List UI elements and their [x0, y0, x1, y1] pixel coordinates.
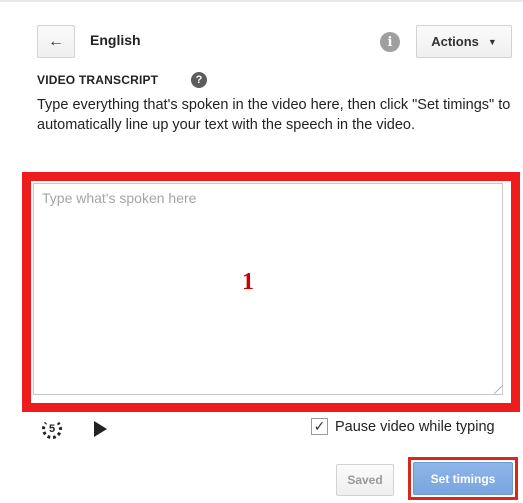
pause-while-typing-option[interactable]: ✓ Pause video while typing — [311, 418, 495, 435]
play-icon — [93, 421, 107, 437]
section-title: VIDEO TRANSCRIPT — [37, 73, 159, 87]
replay-seconds-label: 5 — [48, 423, 56, 435]
play-button[interactable] — [84, 413, 116, 445]
actions-label: Actions — [431, 34, 479, 49]
help-icon[interactable]: ? — [191, 72, 207, 88]
set-timings-button[interactable]: Set timings — [413, 462, 513, 495]
saved-button[interactable]: Saved — [336, 464, 394, 496]
top-divider — [0, 0, 523, 2]
pause-while-typing-checkbox[interactable]: ✓ — [311, 418, 328, 435]
language-label: English — [90, 32, 141, 48]
pause-while-typing-label: Pause video while typing — [335, 418, 495, 435]
info-icon[interactable]: i — [380, 32, 400, 52]
back-button[interactable]: ← — [37, 25, 75, 58]
arrow-left-icon: ← — [48, 32, 64, 50]
actions-dropdown-button[interactable]: Actions ▼ — [416, 25, 512, 58]
resize-handle-icon[interactable] — [494, 386, 502, 394]
annotation-callout-number: 1 — [242, 269, 254, 295]
checkmark-icon: ✓ — [313, 418, 326, 434]
instructions-text: Type everything that's spoken in the vid… — [37, 97, 511, 133]
chevron-down-icon: ▼ — [487, 36, 497, 47]
replay-5-seconds-button[interactable]: 5 — [36, 413, 68, 445]
transcript-textarea[interactable] — [33, 183, 503, 395]
